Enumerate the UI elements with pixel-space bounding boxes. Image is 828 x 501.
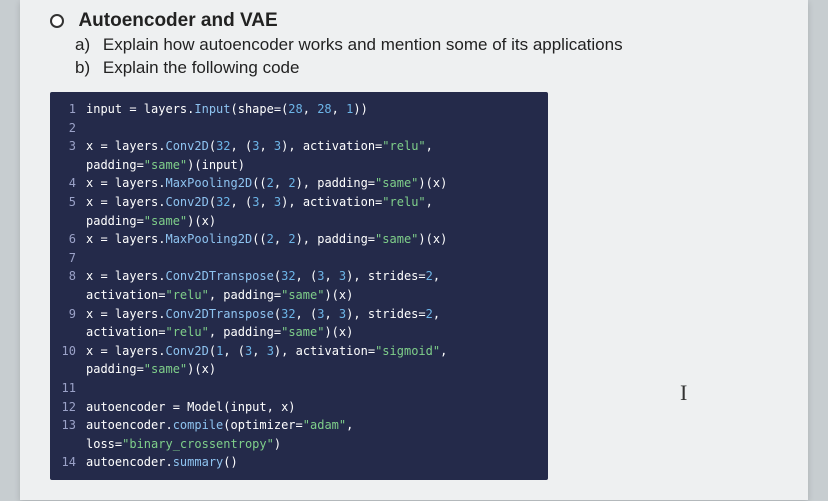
code-line: 13autoencoder.compile(optimizer="adam", <box>56 416 536 435</box>
code-line: 11 <box>56 379 536 398</box>
code-line: 9x = layers.Conv2DTranspose(32, (3, 3), … <box>56 305 536 324</box>
code-line: 3x = layers.Conv2D(32, (3, 3), activatio… <box>56 137 536 156</box>
code-line: loss="binary_crossentropy") <box>56 435 536 454</box>
code-line: padding="same")(x) <box>56 212 536 231</box>
text-b: Explain the following code <box>103 58 300 77</box>
label-a: a) <box>75 35 90 54</box>
code-line: 10x = layers.Conv2D(1, (3, 3), activatio… <box>56 342 536 361</box>
subitem-b: b) Explain the following code <box>75 58 778 78</box>
code-line: 1input = layers.Input(shape=(28, 28, 1)) <box>56 100 536 119</box>
code-line: 4x = layers.MaxPooling2D((2, 2), padding… <box>56 174 536 193</box>
text-cursor: I <box>680 380 687 406</box>
code-line: 2 <box>56 119 536 138</box>
code-line: 14autoencoder.summary() <box>56 453 536 472</box>
code-line: activation="relu", padding="same")(x) <box>56 286 536 305</box>
code-block: 1input = layers.Input(shape=(28, 28, 1))… <box>50 92 548 480</box>
code-line: activation="relu", padding="same")(x) <box>56 323 536 342</box>
subitem-a: a) Explain how autoencoder works and men… <box>75 35 778 55</box>
page-title: Autoencoder and VAE <box>78 10 277 32</box>
code-line: padding="same")(input) <box>56 156 536 175</box>
code-line: 6x = layers.MaxPooling2D((2, 2), padding… <box>56 230 536 249</box>
bullet-icon <box>50 14 64 28</box>
text-a: Explain how autoencoder works and mentio… <box>103 35 623 54</box>
document-page: Autoencoder and VAE a) Explain how autoe… <box>20 0 808 500</box>
code-line: padding="same")(x) <box>56 360 536 379</box>
code-line: 7 <box>56 249 536 268</box>
heading-row: Autoencoder and VAE <box>50 10 778 32</box>
code-line: 12autoencoder = Model(input, x) <box>56 398 536 417</box>
label-b: b) <box>75 58 90 77</box>
code-line: 5x = layers.Conv2D(32, (3, 3), activatio… <box>56 193 536 212</box>
code-line: 8x = layers.Conv2DTranspose(32, (3, 3), … <box>56 267 536 286</box>
